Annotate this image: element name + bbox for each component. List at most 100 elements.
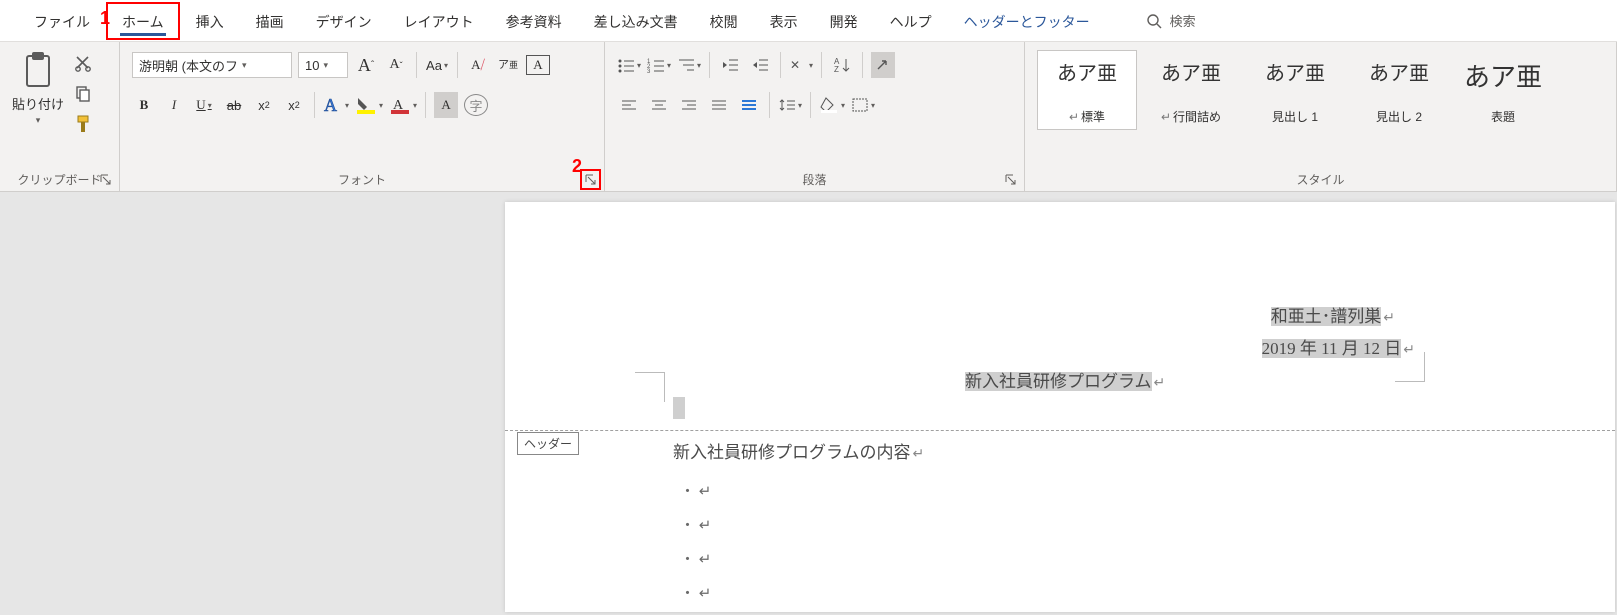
font-color-button[interactable]: A	[389, 92, 417, 118]
decrease-indent-button[interactable]	[718, 52, 742, 78]
tab-home[interactable]: ホーム	[106, 2, 180, 40]
clear-formatting-button[interactable]: A⧸	[466, 52, 490, 78]
numbered-list-button[interactable]: 123	[647, 52, 671, 78]
paste-icon[interactable]	[19, 48, 57, 92]
show-marks-button[interactable]	[871, 52, 895, 78]
group-paragraph: 123 ✕	[605, 42, 1025, 191]
cut-icon[interactable]	[72, 52, 94, 74]
subscript-button[interactable]: x2	[252, 92, 276, 118]
ribbon-tabs: 1 ファイル ホーム 挿入 描画 デザイン レイアウト 参考資料 差し込み文書 …	[0, 0, 1617, 42]
font-launcher[interactable]	[583, 172, 598, 187]
svg-text:A: A	[324, 95, 337, 115]
bold-button[interactable]: B	[132, 92, 156, 118]
strikethrough-button[interactable]: ab	[222, 92, 246, 118]
page[interactable]: 和亜土･譜列巣 2019 年 11 月 12 日 新入社員研修プログラム ヘッダ…	[505, 202, 1615, 612]
chevron-down-icon: ▾	[323, 60, 328, 71]
enclose-characters-button[interactable]: 字	[464, 94, 488, 116]
style-preview: あア亜	[1265, 57, 1325, 86]
bullet-4: ・ ↵	[680, 582, 711, 603]
copy-icon[interactable]	[72, 82, 94, 104]
group-label-font: フォント	[338, 171, 386, 188]
group-label-paragraph: 段落	[802, 171, 826, 188]
tab-references[interactable]: 参考資料	[490, 2, 578, 40]
justify-button[interactable]	[707, 92, 731, 118]
style-preview: あア亜	[1057, 57, 1117, 86]
chevron-down-icon[interactable]: ▾	[36, 115, 41, 126]
group-label-styles: スタイル	[1296, 171, 1344, 188]
align-left-button[interactable]	[617, 92, 641, 118]
highlight-button[interactable]	[355, 92, 383, 118]
multilevel-list-button[interactable]	[677, 52, 701, 78]
tab-review[interactable]: 校閲	[694, 2, 754, 40]
shrink-font-button[interactable]: Aˇ	[384, 52, 408, 78]
doc-author: 和亜土･譜列巣	[1271, 302, 1395, 327]
change-case-button[interactable]: Aa	[425, 52, 449, 78]
tab-view[interactable]: 表示	[754, 2, 814, 40]
svg-text:✕: ✕	[790, 58, 800, 72]
sort-button[interactable]: AZ	[830, 52, 854, 78]
font-name-select[interactable]: 游明朝 (本文のフ ▾	[132, 52, 292, 78]
chevron-down-icon: ▾	[242, 60, 247, 71]
font-size-select[interactable]: 10 ▾	[298, 52, 348, 78]
clipboard-launcher[interactable]	[98, 172, 113, 187]
group-font: 游明朝 (本文のフ ▾ 10 ▾ Aˆ Aˇ Aa A⧸ ア亜 A	[120, 42, 605, 191]
format-painter-icon[interactable]	[72, 112, 94, 136]
align-center-button[interactable]	[647, 92, 671, 118]
tab-layout[interactable]: レイアウト	[388, 2, 490, 40]
phonetic-guide-button[interactable]: ア亜	[496, 52, 520, 78]
line-spacing-button[interactable]	[778, 92, 802, 118]
shading-button[interactable]	[819, 92, 845, 118]
tab-header-footer[interactable]: ヘッダーとフッター	[948, 2, 1106, 40]
style-preview: あア亜	[1464, 57, 1542, 94]
group-label-clipboard: クリップボード	[17, 171, 101, 188]
header-tag: ヘッダー	[517, 432, 579, 455]
character-shading-button[interactable]: A	[434, 92, 458, 118]
doc-title: 新入社員研修プログラム	[965, 367, 1165, 392]
document-area: 和亜土･譜列巣 2019 年 11 月 12 日 新入社員研修プログラム ヘッダ…	[0, 192, 1617, 612]
tab-help[interactable]: ヘルプ	[874, 2, 948, 40]
svg-text:3: 3	[647, 69, 651, 73]
ribbon: 貼り付け ▾ クリップボード	[0, 42, 1617, 192]
callout-2: 2	[572, 156, 582, 177]
tab-draw[interactable]: 描画	[240, 2, 300, 40]
search-label: 検索	[1170, 11, 1196, 30]
style-item-heading1[interactable]: あア亜 見出し 1	[1245, 50, 1345, 130]
paragraph-launcher[interactable]	[1003, 172, 1018, 187]
bullet-1: ・ ↵	[680, 480, 711, 501]
svg-text:Z: Z	[834, 65, 839, 74]
bulleted-list-button[interactable]	[617, 52, 641, 78]
tab-design[interactable]: デザイン	[300, 2, 388, 40]
character-border-button[interactable]: A	[526, 55, 550, 75]
style-item-normal[interactable]: あア亜 ↵標準	[1037, 50, 1137, 130]
bullet-2: ・ ↵	[680, 514, 711, 535]
tab-file[interactable]: ファイル	[18, 2, 106, 40]
tab-insert[interactable]: 挿入	[180, 2, 240, 40]
style-gallery[interactable]: あア亜 ↵標準 あア亜 ↵行間詰め あア亜 見出し 1 あア亜 見出し 2 あア…	[1033, 48, 1608, 132]
doc-date: 2019 年 11 月 12 日	[1262, 334, 1415, 359]
search-box[interactable]: 検索	[1146, 11, 1196, 30]
italic-button[interactable]: I	[162, 92, 186, 118]
font-name-value: 游明朝 (本文のフ	[139, 56, 238, 75]
bullet-3: ・ ↵	[680, 548, 711, 569]
search-icon	[1146, 13, 1162, 29]
distributed-button[interactable]	[737, 92, 761, 118]
style-item-nospacing[interactable]: あア亜 ↵行間詰め	[1141, 50, 1241, 130]
superscript-button[interactable]: x2	[282, 92, 306, 118]
group-styles: あア亜 ↵標準 あア亜 ↵行間詰め あア亜 見出し 1 あア亜 見出し 2 あア…	[1025, 42, 1617, 191]
grow-font-button[interactable]: Aˆ	[354, 52, 378, 78]
borders-button[interactable]	[851, 92, 875, 118]
text-direction-button[interactable]: ✕	[789, 52, 813, 78]
increase-indent-button[interactable]	[748, 52, 772, 78]
font-size-value: 10	[305, 58, 319, 73]
style-item-heading2[interactable]: あア亜 見出し 2	[1349, 50, 1449, 130]
underline-button[interactable]: U	[192, 92, 216, 118]
doc-empty-sel	[673, 397, 685, 419]
tab-developer[interactable]: 開発	[814, 2, 874, 40]
text-effects-button[interactable]: A	[323, 92, 349, 118]
align-right-button[interactable]	[677, 92, 701, 118]
tab-mailings[interactable]: 差し込み文書	[578, 2, 694, 40]
style-preview: あア亜	[1161, 57, 1221, 86]
style-item-title[interactable]: あア亜 表題	[1453, 50, 1553, 130]
header-divider	[505, 430, 1615, 431]
style-preview: あア亜	[1369, 57, 1429, 86]
